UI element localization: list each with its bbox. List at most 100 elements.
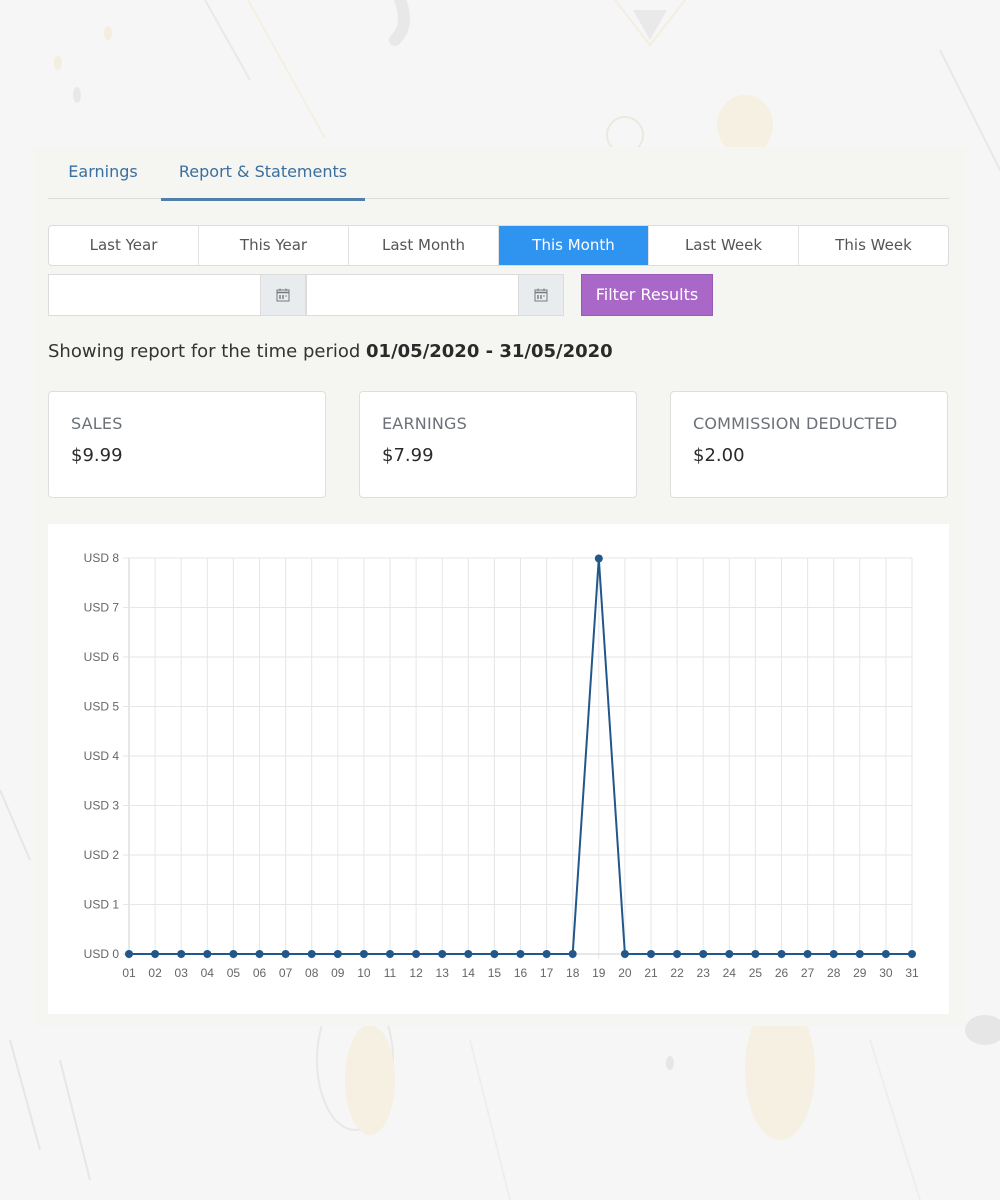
x-tick-label: 05: [227, 966, 241, 980]
x-tick-label: 12: [409, 966, 423, 980]
data-point: [542, 950, 551, 958]
x-tick-label: 29: [853, 966, 867, 980]
data-point: [438, 950, 447, 958]
data-point: [751, 950, 760, 958]
x-tick-label: 25: [749, 966, 763, 980]
data-point: [673, 950, 682, 958]
x-tick-label: 11: [384, 966, 397, 980]
earnings-label: EARNINGS: [382, 414, 467, 433]
data-point: [699, 950, 708, 958]
x-tick-label: 17: [540, 966, 554, 980]
data-point: [229, 950, 238, 958]
sales-label: SALES: [71, 414, 123, 433]
end-date-input[interactable]: [306, 274, 519, 316]
y-tick-label: USD 2: [84, 848, 120, 862]
y-tick-label: USD 1: [84, 898, 120, 912]
x-tick-label: 16: [514, 966, 528, 980]
data-point: [333, 950, 342, 958]
x-tick-label: 23: [697, 966, 711, 980]
data-point: [777, 950, 786, 958]
x-tick-label: 19: [592, 966, 606, 980]
period-button-group: Last Year This Year Last Month This Mont…: [48, 225, 949, 266]
x-tick-label: 15: [488, 966, 502, 980]
y-tick-label: USD 0: [84, 947, 120, 961]
x-tick-label: 21: [644, 966, 658, 980]
y-tick-label: USD 8: [84, 551, 120, 565]
x-tick-label: 07: [279, 966, 293, 980]
data-point: [125, 950, 133, 958]
end-date-calendar-button[interactable]: [518, 274, 564, 316]
x-tick-label: 18: [566, 966, 580, 980]
period-this-week-button[interactable]: This Week: [799, 226, 948, 265]
x-tick-label: 22: [670, 966, 684, 980]
x-tick-label: 09: [331, 966, 345, 980]
data-point: [516, 950, 525, 958]
x-tick-label: 02: [148, 966, 162, 980]
data-point: [359, 950, 368, 958]
y-tick-label: USD 7: [84, 601, 120, 615]
x-tick-label: 06: [253, 966, 267, 980]
data-point: [855, 950, 864, 958]
data-point: [568, 950, 577, 958]
x-tick-label: 14: [462, 966, 476, 980]
data-point: [412, 950, 421, 958]
data-point: [594, 554, 603, 563]
report-panel: Earnings Report & Statements Last Year T…: [34, 147, 966, 1026]
x-tick-label: 24: [723, 966, 737, 980]
period-this-month-button[interactable]: This Month: [499, 226, 649, 265]
x-tick-label: 30: [879, 966, 893, 980]
data-point: [307, 950, 316, 958]
x-tick-label: 28: [827, 966, 841, 980]
y-tick-label: USD 4: [84, 749, 120, 763]
x-tick-label: 03: [175, 966, 189, 980]
x-tick-label: 27: [801, 966, 815, 980]
data-point: [177, 950, 186, 958]
period-last-month-button[interactable]: Last Month: [349, 226, 499, 265]
earnings-value: $7.99: [382, 445, 434, 466]
x-tick-label: 26: [775, 966, 789, 980]
x-tick-label: 20: [618, 966, 632, 980]
data-point: [908, 950, 916, 958]
commission-value: $2.00: [693, 445, 745, 466]
x-tick-label: 31: [905, 966, 919, 980]
start-date-input[interactable]: [48, 274, 261, 316]
tab-report-statements[interactable]: Report & Statements: [161, 147, 365, 201]
data-point: [386, 950, 394, 958]
data-point: [255, 950, 264, 958]
data-point: [464, 950, 473, 958]
period-this-year-button[interactable]: This Year: [199, 226, 349, 265]
data-point: [620, 950, 629, 958]
y-tick-label: USD 5: [84, 700, 120, 714]
earnings-card: EARNINGS $7.99: [359, 391, 637, 498]
tab-bar: Earnings Report & Statements: [48, 147, 949, 201]
x-tick-label: 01: [122, 966, 136, 980]
x-tick-label: 10: [357, 966, 371, 980]
sales-value: $9.99: [71, 445, 123, 466]
calendar-icon: [276, 288, 290, 302]
tab-earnings[interactable]: Earnings: [48, 147, 158, 199]
y-tick-label: USD 6: [84, 650, 120, 664]
data-point: [490, 950, 499, 958]
period-last-year-button[interactable]: Last Year: [49, 226, 199, 265]
period-last-week-button[interactable]: Last Week: [649, 226, 799, 265]
x-tick-label: 08: [305, 966, 319, 980]
y-tick-label: USD 3: [84, 799, 120, 813]
earnings-chart: USD 0 USD 1 USD 2 USD 3 USD 4 USD 5 USD 6 USD 7…: [48, 524, 949, 1014]
report-period-range: 01/05/2020 - 31/05/2020: [366, 341, 613, 362]
data-point: [803, 950, 812, 958]
commission-label: COMMISSION DEDUCTED: [693, 414, 898, 433]
calendar-icon: [534, 288, 548, 302]
x-tick-label: 13: [436, 966, 450, 980]
data-point: [725, 950, 734, 958]
start-date-calendar-button[interactable]: [260, 274, 306, 316]
data-point: [281, 950, 290, 958]
report-period-text: Showing report for the time period 01/05…: [48, 341, 613, 362]
filter-results-button[interactable]: Filter Results: [581, 274, 713, 316]
chart-svg: USD 0 USD 1 USD 2 USD 3 USD 4 USD 5 USD 6 USD 7…: [84, 551, 919, 980]
x-tick-label: 04: [201, 966, 215, 980]
data-point: [881, 950, 890, 958]
data-point: [203, 950, 212, 958]
data-point: [647, 950, 655, 958]
sales-card: SALES $9.99: [48, 391, 326, 498]
commission-card: COMMISSION DEDUCTED $2.00: [670, 391, 948, 498]
